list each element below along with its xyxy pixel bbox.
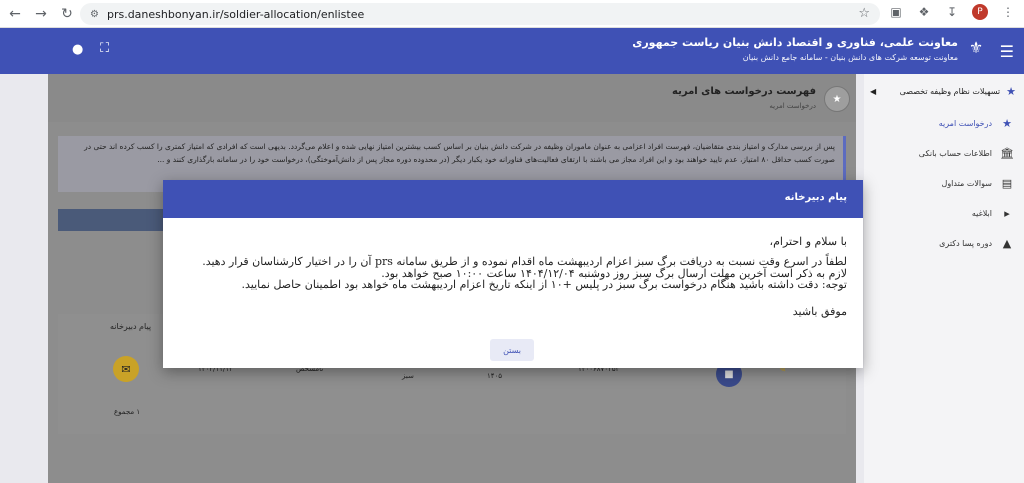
sidebar-item-label: درخواست امریه: [938, 118, 992, 128]
sidebar-item-enlistment-request[interactable]: ★ درخواست امریه: [864, 108, 1024, 138]
dialog-header: پیام دبیرخانه: [163, 180, 863, 218]
caret-left-icon: ◀: [870, 86, 877, 96]
bank-icon: 🏛: [1000, 146, 1014, 160]
browser-menu-icon[interactable]: ⋮: [1000, 4, 1016, 20]
sidebar-item-bank-account[interactable]: 🏛 اطلاعات حساب بانکی: [864, 138, 1024, 168]
back-icon[interactable]: ←: [4, 3, 26, 25]
app-subtitle: معاونت توسعه شرکت های دانش بنیان - سامان…: [742, 53, 958, 62]
close-button[interactable]: بستن: [490, 339, 534, 361]
dialog-closing: موفق باشید: [792, 304, 847, 318]
table-total: ۱ مجموع: [114, 408, 141, 416]
medal-icon: ★: [1002, 116, 1012, 130]
reload-icon[interactable]: ↻: [56, 3, 78, 25]
dialog-body: با سلام و احترام، لطفاً در اسرع وقت نسبت…: [177, 235, 847, 318]
secretariat-message-dialog: پیام دبیرخانه با سلام و احترام، لطفاً در…: [163, 180, 863, 368]
sidebar-item-label: ابلاغیه: [971, 208, 992, 218]
profile-avatar[interactable]: P: [972, 4, 988, 20]
hamburger-menu-icon[interactable]: ☰: [1000, 42, 1014, 61]
sidebar-section-label: تسهیلات نظام وظیفه تخصصی: [899, 86, 1001, 96]
page-header: ★ فهرست درخواست های امریه درخواست امریه: [48, 74, 856, 122]
dialog-line-1: لطفاً در اسرع وقت نسبت به دریافت برگ سبز…: [202, 255, 847, 268]
column-header-message: پیام دبیرخانه: [110, 322, 152, 331]
graduation-icon: ▲: [1002, 236, 1012, 250]
app-title: معاونت علمی، فناوری و اقتصاد دانش بنیان …: [632, 36, 958, 49]
dialog-greeting: با سلام و احترام،: [769, 235, 847, 248]
address-bar[interactable]: ⚙ prs.daneshbonyan.ir/soldier-allocation…: [80, 3, 880, 25]
sidebar-item-label: سوالات متداول: [941, 178, 993, 188]
table-cell-color: سبز: [402, 372, 414, 380]
site-info-icon[interactable]: ⚙: [90, 9, 99, 20]
screen-share-icon[interactable]: ▣: [888, 4, 904, 20]
bookmark-star-icon[interactable]: ☆: [858, 6, 870, 21]
browser-toolbar: ← → ↻ ⚙ prs.daneshbonyan.ir/soldier-allo…: [0, 0, 1024, 28]
sidebar-item-label: دوره پسا دکتری: [939, 238, 992, 248]
medal-icon: ★: [824, 86, 850, 112]
fullscreen-icon[interactable]: ⛶: [100, 41, 109, 56]
forward-icon[interactable]: →: [30, 3, 52, 25]
megaphone-icon: ▸: [1004, 206, 1010, 220]
download-icon[interactable]: ↧: [944, 4, 960, 20]
sidebar-section-military-facilities[interactable]: ★ تسهیلات نظام وظیفه تخصصی ◀: [864, 74, 1024, 108]
sidebar-item-faq[interactable]: ▤ سوالات متداول: [864, 168, 1024, 198]
faq-icon: ▤: [1001, 176, 1013, 190]
medal-icon: ★: [1006, 84, 1016, 98]
sidebar-item-announcement[interactable]: ▸ ابلاغیه: [864, 198, 1024, 228]
user-icon[interactable]: ●: [72, 42, 83, 57]
message-icon[interactable]: ✉: [113, 356, 139, 382]
dialog-title: پیام دبیرخانه: [784, 192, 847, 203]
extensions-icon[interactable]: ❖: [916, 4, 932, 20]
breadcrumb: درخواست امریه: [769, 102, 816, 110]
emblem-logo: ⚜: [968, 38, 984, 57]
url-text[interactable]: prs.daneshbonyan.ir/soldier-allocation/e…: [107, 8, 364, 21]
table-cell-year: ۱۴۰۵: [487, 372, 503, 380]
sidebar-item-postdoc[interactable]: ▲ دوره پسا دکتری: [864, 228, 1024, 258]
sidebar: ★ تسهیلات نظام وظیفه تخصصی ◀ ★ درخواست ا…: [864, 74, 1024, 483]
app-header: ☰ ⚜ معاونت علمی، فناوری و اقتصاد دانش بن…: [0, 28, 1024, 74]
page-title: فهرست درخواست های امریه: [672, 86, 816, 97]
sidebar-item-label: اطلاعات حساب بانکی: [918, 148, 992, 158]
dialog-line-3: توجه: دقت داشته باشید هنگام درخواست برگ …: [241, 278, 847, 291]
